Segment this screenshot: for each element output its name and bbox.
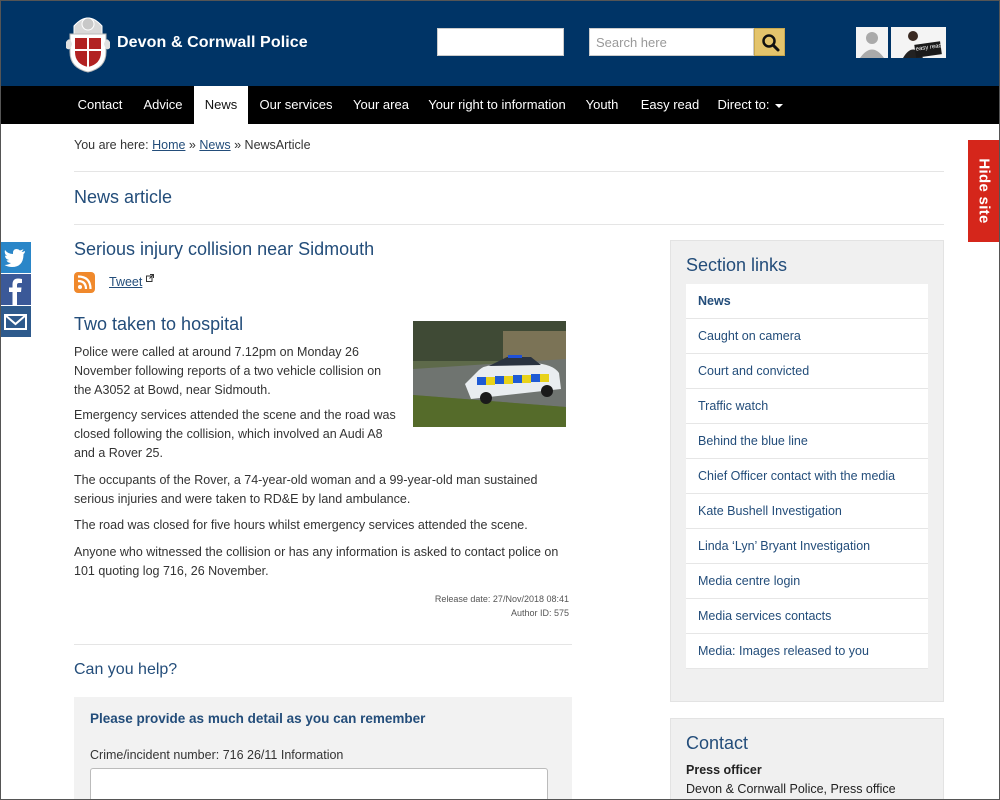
nav-direct-to-label: Direct to: [717,97,770,112]
nav-advice[interactable]: Advice [134,86,192,124]
rss-icon [77,275,92,290]
caret-down-icon [774,103,783,108]
section-link-chief-officer-contact[interactable]: Chief Officer contact with the media [686,459,928,494]
section-link-linda-bryant[interactable]: Linda ‘Lyn’ Bryant Investigation [686,529,928,564]
breadcrumb-prefix: You are here: [74,138,149,152]
incident-information-field[interactable] [90,768,548,800]
can-you-help-heading: Can you help? [74,661,178,678]
section-link-news[interactable]: News [686,284,928,319]
main-nav: Contact Advice News Our services Your ar… [0,86,1000,124]
person-icon [856,27,888,58]
site-name[interactable]: Devon & Cornwall Police [117,34,308,52]
divider [74,644,572,645]
form-title: Please provide as much detail as you can… [90,711,426,726]
search-icon [762,34,780,52]
press-office-text: Devon & Cornwall Police, Press office [686,782,896,796]
divider [74,224,944,225]
share-facebook-button[interactable] [0,274,31,305]
search-input[interactable] [589,28,754,56]
section-link-caught-on-camera[interactable]: Caught on camera [686,319,928,354]
article-paragraph: Emergency services attended the scene an… [74,408,396,460]
article-subheading: Two taken to hospital [74,314,244,334]
breadcrumb-separator: » [234,138,242,152]
easy-read-button[interactable]: easy read [891,27,946,58]
section-links-list: News Caught on camera Court and convicte… [686,284,928,669]
header-blank-field[interactable] [437,28,564,56]
tweet-link[interactable]: Tweet [109,275,142,289]
section-link-behind-the-blue-line[interactable]: Behind the blue line [686,424,928,459]
information-form: Please provide as much detail as you can… [74,697,572,800]
section-link-media-services-contacts[interactable]: Media services contacts [686,599,928,634]
breadcrumb-home-link[interactable]: Home [152,138,185,152]
breadcrumb: You are here: Home » News » NewsArticle [74,138,311,152]
contact-title: Contact [686,733,749,753]
release-date: Release date: 27/Nov/2018 08:41 [434,594,569,604]
article-paragraph: The occupants of the Rover, a 74-year-ol… [74,473,538,506]
page-title: News article [74,187,173,207]
section-links-title: Section links [686,255,788,275]
site-header: Devon & Cornwall Police easy read [0,0,1000,86]
article-paragraph: Anyone who witnessed the collision or ha… [74,545,559,578]
section-link-court-and-convicted[interactable]: Court and convicted [686,354,928,389]
breadcrumb-current: NewsArticle [244,138,311,152]
nav-your-area[interactable]: Your area [344,86,418,124]
section-link-media-centre-login[interactable]: Media centre login [686,564,928,599]
search-button[interactable] [754,28,785,56]
article-title: Serious injury collision near Sidmouth [74,239,375,259]
press-officer-label: Press officer [686,763,762,777]
article-paragraph: Police were called at around 7.12pm on M… [74,345,382,397]
article-paragraph: The road was closed for five hours whils… [74,518,528,532]
nav-easy-read[interactable]: Easy read [630,86,710,124]
facebook-icon [9,278,22,305]
author-id: Author ID: 575 [510,608,569,618]
section-link-kate-bushell[interactable]: Kate Bushell Investigation [686,494,928,529]
breadcrumb-separator: » [188,138,196,152]
section-link-traffic-watch[interactable]: Traffic watch [686,389,928,424]
email-icon [4,314,27,330]
nav-news[interactable]: News [194,86,248,124]
rss-feed-button[interactable] [74,272,95,293]
external-link-icon [146,274,154,282]
hide-site-label: Hide site [975,158,993,224]
section-link-media-images[interactable]: Media: Images released to you [686,634,928,669]
easy-read-icon: easy read [891,27,946,58]
accessibility-avatar-button[interactable] [856,27,888,58]
article-photo-police-car [413,321,566,427]
breadcrumb-news-link[interactable]: News [199,138,230,152]
nav-our-services[interactable]: Our services [250,86,342,124]
nav-direct-to-dropdown[interactable]: Direct to: [712,86,788,124]
hide-site-button[interactable]: Hide site [968,140,1000,242]
twitter-icon [4,249,25,267]
divider [74,171,944,172]
nav-contact[interactable]: Contact [68,86,132,124]
nav-your-right-to-information[interactable]: Your right to information [420,86,574,124]
share-twitter-button[interactable] [0,242,31,273]
nav-youth[interactable]: Youth [576,86,628,124]
share-email-button[interactable] [0,306,31,337]
incident-field-label: Crime/incident number: 716 26/11 Informa… [90,748,344,762]
police-crest-logo[interactable] [66,12,110,74]
